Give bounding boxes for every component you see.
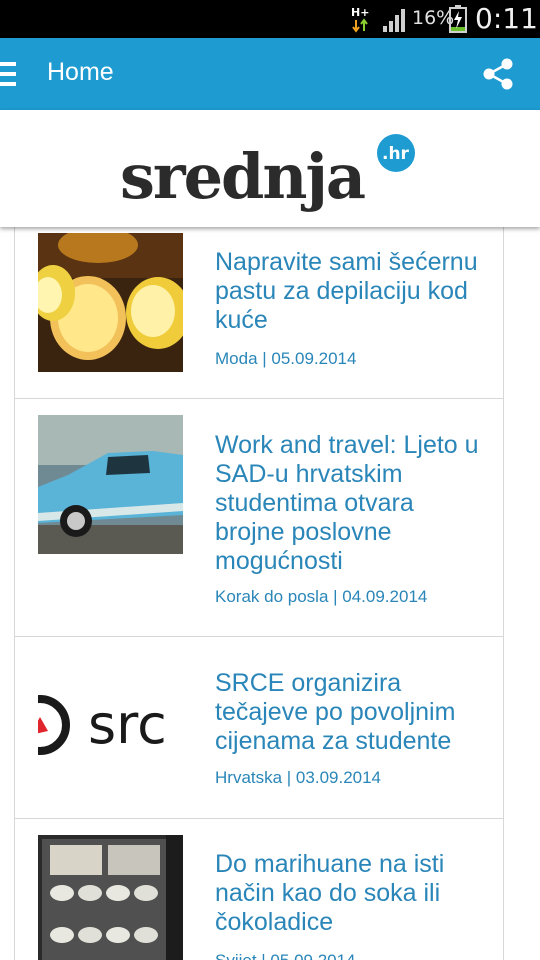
article-meta: Hrvatska | 03.09.2014 (215, 768, 382, 787)
article-thumbnail[interactable] (38, 415, 183, 554)
battery-charging-icon (449, 5, 467, 33)
vending-machine-image (38, 835, 183, 960)
status-bar: H+ 16% 0:11 (0, 0, 540, 38)
network-hplus-icon: H+ (351, 6, 369, 33)
svg-text:.hr: .hr (382, 144, 410, 164)
srce-logo-image: src (38, 655, 183, 794)
article-title[interactable]: Work and travel: Ljeto u SAD-u hrvatskim… (215, 431, 490, 576)
clock: 0:11 (475, 2, 538, 35)
article-thumbnail[interactable] (38, 835, 183, 960)
article-feed[interactable]: Napravite sami šećernu pastu za depilaci… (14, 227, 504, 960)
article-title[interactable]: Napravite sami šećernu pastu za depilaci… (215, 248, 490, 335)
article-meta: Moda | 05.09.2014 (215, 349, 357, 368)
article-meta: Korak do posla | 04.09.2014 (215, 587, 428, 606)
article-title[interactable]: Do marihuane na isti način kao do soka i… (215, 850, 490, 937)
svg-text:srednja: srednja (120, 140, 365, 212)
action-bar: Home (0, 38, 540, 110)
article-meta: Svijet | 05.09.2014 (215, 951, 356, 960)
battery-percent: 16% (412, 7, 455, 29)
honey-lemon-image (38, 233, 183, 372)
share-icon[interactable] (480, 56, 516, 92)
svg-text:src: src (88, 693, 167, 756)
svg-text:H+: H+ (351, 6, 369, 19)
article-title[interactable]: SRCE organizira tečajeve po povoljnim ci… (215, 669, 490, 756)
page-title: Home (47, 58, 114, 86)
article-item[interactable]: Do marihuane na isti način kao do soka i… (15, 819, 503, 960)
signal-strength-icon (383, 9, 405, 32)
article-item[interactable]: src SRCE organizira tečajeve po povoljni… (15, 637, 503, 819)
logo-header: srednja .hr (0, 110, 540, 227)
vintage-car-image (38, 415, 183, 554)
hamburger-menu-icon[interactable] (0, 62, 16, 86)
article-item[interactable]: Napravite sami šećernu pastu za depilaci… (15, 227, 503, 399)
article-thumbnail[interactable]: src (38, 655, 183, 794)
article-thumbnail[interactable] (38, 233, 183, 372)
article-item[interactable]: Work and travel: Ljeto u SAD-u hrvatskim… (15, 399, 503, 637)
srednja-logo[interactable]: srednja .hr (120, 132, 420, 212)
